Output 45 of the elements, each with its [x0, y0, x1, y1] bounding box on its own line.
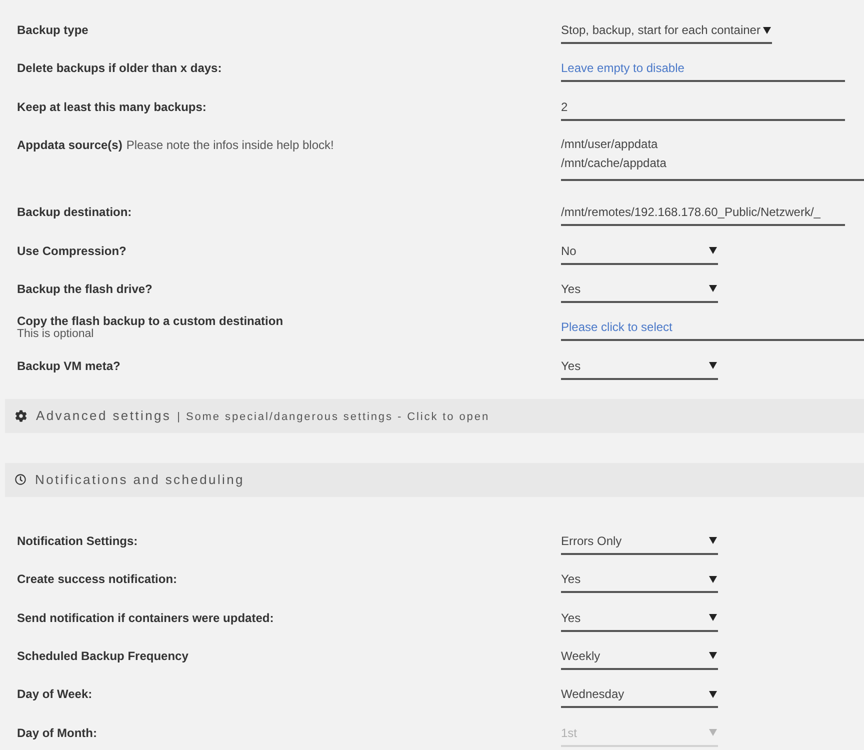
setting-label: Backup type	[17, 23, 88, 37]
section-header[interactable]: Advanced settings | Some special/dangerous settings - Click to open	[5, 398, 864, 433]
setting-label: Send notification if containers were updated:	[17, 610, 274, 624]
gear-icon	[15, 410, 27, 422]
setting-label: Use Compression?	[17, 244, 126, 258]
setting-label: Appdata source(s)	[17, 138, 122, 152]
dropdown-select[interactable]: Wednesday	[561, 682, 718, 708]
dropdown-select[interactable]: Yes	[561, 276, 718, 303]
dropdown-select[interactable]: Weekly	[561, 644, 718, 670]
caret-icon	[709, 729, 717, 736]
setting-label: Day of Month:	[17, 726, 97, 740]
dropdown-select[interactable]: Yes	[561, 606, 718, 632]
path-input[interactable]: Please click to select	[561, 315, 864, 342]
dropdown-select[interactable]: Stop, backup, start for each container	[561, 18, 772, 44]
dropdown-select[interactable]: No	[561, 238, 718, 265]
clock-icon	[15, 474, 26, 486]
setting-label: Copy the flash backup to a custom destination	[17, 314, 284, 328]
setting-label: Backup destination:	[17, 205, 132, 220]
textarea-field[interactable]: /mnt/user/appdata /mnt/cache/appdata	[561, 133, 864, 182]
setting-label: Keep at least this many backups:	[17, 100, 206, 114]
caret-icon	[763, 26, 772, 34]
setting-hint: This is optional	[17, 328, 94, 340]
setting-label: Create success notification:	[17, 572, 178, 586]
caret-icon	[709, 652, 717, 660]
dropdown-select[interactable]: Yes	[561, 354, 718, 380]
caret-icon	[709, 362, 717, 370]
caret-icon	[709, 247, 717, 254]
setting-label: Notification Settings:	[17, 534, 138, 548]
setting-label: Delete backups if older than x days:	[17, 61, 222, 76]
dropdown-select[interactable]: Errors Only	[561, 528, 718, 555]
section-header[interactable]: Notifications and scheduling	[5, 462, 864, 497]
caret-icon	[709, 576, 717, 583]
caret-icon	[709, 614, 717, 621]
text-input[interactable]: Leave empty to disable	[561, 56, 845, 82]
setting-label: Backup the flash drive?	[17, 282, 152, 296]
setting-label: Day of Week:	[17, 687, 92, 702]
text-input[interactable]: /mnt/remotes/192.168.178.60_Public/Netzwerk/_	[561, 200, 845, 226]
setting-label: Scheduled Backup Frequency	[17, 648, 188, 663]
text-input[interactable]: 2	[561, 94, 845, 121]
caret-icon	[709, 690, 717, 698]
caret-icon	[709, 537, 717, 544]
setting-label: Backup VM meta?	[17, 358, 120, 373]
caret-icon	[709, 285, 717, 292]
dropdown-select[interactable]: Yes	[561, 567, 718, 594]
setting-note: Please note the infos inside help block!	[126, 138, 334, 152]
